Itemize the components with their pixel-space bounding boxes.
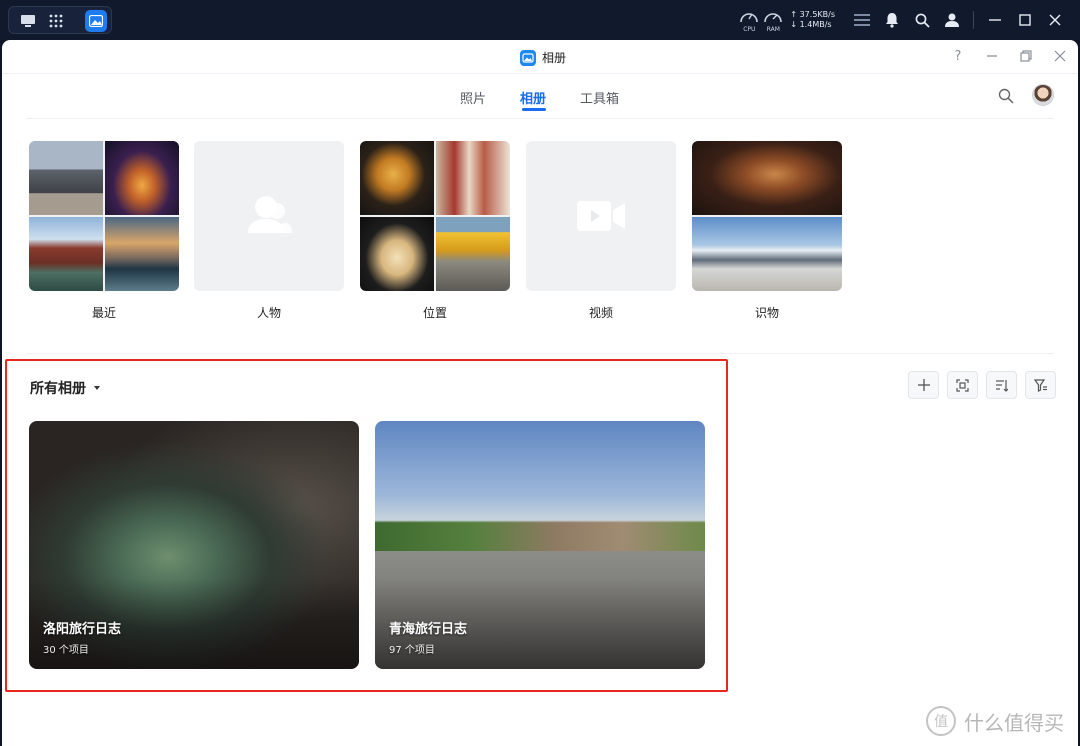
category-label: 最近: [91, 306, 116, 320]
system-tray: CPU RAM ↑ 37.5KB/s ↓ 1.4MB/s: [738, 0, 1070, 40]
category-recent[interactable]: 最近: [29, 141, 179, 321]
category-people-thumbnail: [194, 141, 344, 291]
upload-speed: ↑ 37.5KB/s: [790, 10, 835, 19]
people-placeholder-icon: [248, 196, 292, 233]
album-toolbar: [908, 371, 1056, 399]
photos-app-icon[interactable]: [85, 10, 107, 32]
window-title-text: 相册: [542, 51, 567, 65]
category-objects[interactable]: 识物: [692, 141, 842, 321]
taskbar-app-group: [8, 6, 112, 34]
window-restore-icon[interactable]: [1018, 48, 1034, 64]
tab-toolbox[interactable]: 工具箱: [580, 88, 619, 107]
filter-button[interactable]: [1025, 371, 1056, 399]
category-videos[interactable]: 视频: [526, 141, 676, 321]
ram-label: RAM: [766, 26, 780, 33]
ram-gauge-icon[interactable]: RAM: [762, 7, 784, 33]
task-list-icon[interactable]: [847, 0, 877, 40]
window-controls: ?: [950, 48, 1068, 64]
divider: [26, 353, 1054, 354]
album-card[interactable]: 洛阳旅行日志 30 个项目: [29, 421, 359, 669]
category-people[interactable]: 人物: [194, 141, 344, 321]
sort-button[interactable]: [986, 371, 1017, 399]
photo-thumbnail: [436, 141, 510, 215]
photo-thumbnail: [29, 217, 103, 291]
photo-thumbnail: [105, 217, 179, 291]
photo-thumbnail: [436, 217, 510, 291]
user-account-icon[interactable]: [937, 0, 967, 40]
search-icon[interactable]: [907, 0, 937, 40]
album-item-count: 97 个项目: [389, 645, 435, 656]
close-icon[interactable]: [1040, 0, 1070, 40]
view-tabs: 照片 相册 工具箱: [2, 74, 1078, 118]
window-titlebar: 相册 ?: [2, 40, 1078, 74]
app-grid-icon[interactable]: [45, 10, 67, 32]
watermark-text: 什么值得买: [964, 710, 1064, 735]
watermark-logo: 值: [926, 706, 956, 736]
photo-thumbnail: [29, 141, 103, 215]
watermark: 值 什么值得买: [926, 706, 1064, 736]
window-title: 相册: [520, 49, 566, 66]
window-close-icon[interactable]: [1052, 48, 1068, 64]
photos-app-window: 相册 ? 照片 相册 工具箱 最近 人物 位置 视频 识物 所有相册 洛阳旅行日…: [2, 40, 1078, 746]
category-label: 人物: [256, 306, 281, 320]
help-button[interactable]: ?: [950, 48, 966, 64]
photo-thumbnail: [692, 217, 842, 291]
maximize-icon[interactable]: [1010, 0, 1040, 40]
tab-photos[interactable]: 照片: [460, 88, 486, 107]
add-album-button[interactable]: [908, 371, 939, 399]
photo-thumbnail: [360, 217, 434, 291]
photo-thumbnail: [692, 141, 842, 215]
category-recent-thumbnail: [29, 141, 179, 291]
active-tab-indicator: [522, 108, 546, 111]
album-name: 青海旅行日志: [389, 622, 468, 637]
category-objects-thumbnail: [692, 141, 842, 291]
album-card[interactable]: 青海旅行日志 97 个项目: [375, 421, 705, 669]
select-button[interactable]: [947, 371, 978, 399]
avatar[interactable]: [1032, 84, 1054, 106]
album-name: 洛阳旅行日志: [43, 622, 122, 637]
download-speed: ↓ 1.4MB/s: [790, 20, 832, 29]
chevron-down-icon: [94, 386, 100, 390]
desktop-icon[interactable]: [17, 10, 39, 32]
photo-thumbnail: [105, 141, 179, 215]
cpu-gauge-icon[interactable]: CPU: [738, 7, 760, 33]
plus-icon: [917, 379, 930, 391]
album-item-count: 30 个项目: [43, 645, 89, 656]
notification-bell-icon[interactable]: [877, 0, 907, 40]
category-videos-thumbnail: [526, 141, 676, 291]
all-albums-title: 所有相册: [30, 381, 86, 397]
tab-albums[interactable]: 相册: [520, 88, 546, 107]
cpu-label: CPU: [743, 26, 756, 33]
filter-icon: [1034, 378, 1047, 392]
system-top-bar: CPU RAM ↑ 37.5KB/s ↓ 1.4MB/s: [0, 0, 1080, 40]
minimize-icon[interactable]: [980, 0, 1010, 40]
network-speed: ↑ 37.5KB/s ↓ 1.4MB/s: [790, 10, 835, 30]
all-albums-dropdown[interactable]: 所有相册: [30, 378, 100, 398]
video-placeholder-icon: [577, 201, 625, 231]
sort-icon: [996, 379, 1008, 392]
album-app-icon: [520, 49, 536, 66]
window-minimize-icon[interactable]: [984, 48, 1000, 64]
photo-thumbnail: [360, 141, 434, 215]
divider: [26, 118, 1054, 119]
category-label: 识物: [754, 306, 779, 320]
category-places[interactable]: 位置: [360, 141, 510, 321]
select-frame-icon: [956, 378, 969, 392]
category-places-thumbnail: [360, 141, 510, 291]
tray-separator: [973, 11, 974, 29]
category-label: 视频: [588, 306, 613, 320]
category-label: 位置: [422, 306, 447, 320]
album-search-icon[interactable]: [998, 88, 1016, 106]
